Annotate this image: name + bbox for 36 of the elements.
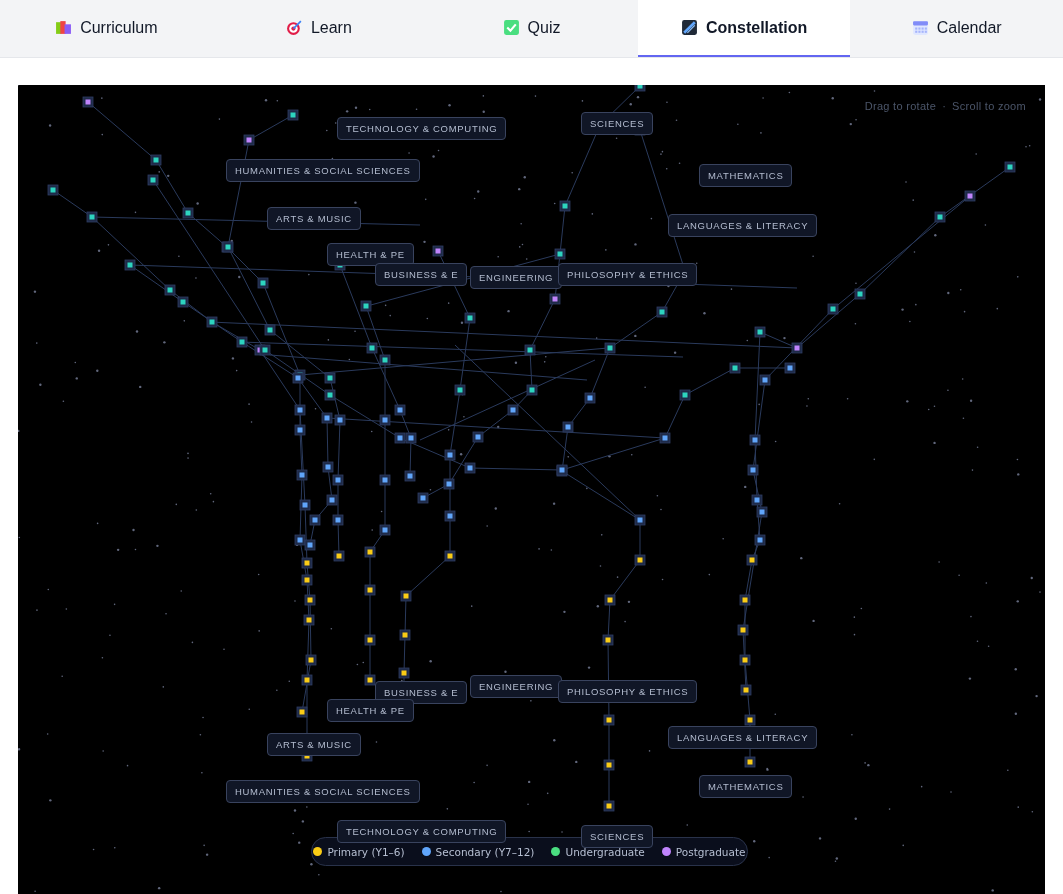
category-label: ARTS & MUSIC — [267, 733, 361, 756]
books-icon — [55, 19, 73, 36]
hint-text: Scroll to zoom — [952, 100, 1026, 112]
tab[interactable]: Calendar — [850, 0, 1063, 57]
category-label: ARTS & MUSIC — [267, 207, 361, 230]
category-label: PHILOSOPHY & ETHICS — [558, 263, 698, 286]
calendar-icon — [911, 19, 929, 36]
tab[interactable]: Constellation — [637, 0, 851, 57]
category-label: HEALTH & PE — [327, 243, 414, 266]
category-label: TECHNOLOGY & COMPUTING — [337, 820, 507, 843]
category-label: LANGUAGES & LITERACY — [668, 726, 818, 749]
category-label: MATHEMATICS — [699, 164, 793, 187]
checkbox-icon — [502, 19, 520, 36]
tab[interactable]: Learn — [212, 0, 426, 57]
tab[interactable]: Curriculum — [0, 0, 213, 57]
category-label: LANGUAGES & LITERACY — [668, 214, 818, 237]
category-label: BUSINESS & E — [375, 263, 468, 286]
category-label: PHILOSOPHY & ETHICS — [558, 680, 698, 703]
category-label: HUMANITIES & SOCIAL SCIENCES — [226, 159, 420, 182]
legend-label: Undergraduate — [565, 845, 645, 858]
legend-label: Secondary (Y7–12) — [435, 845, 535, 858]
category-label: TECHNOLOGY & COMPUTING — [337, 117, 507, 140]
slash-icon — [680, 19, 698, 36]
separator-text: · — [942, 100, 947, 112]
category-label: ENGINEERING — [470, 675, 563, 698]
category-label: SCIENCES — [581, 112, 654, 135]
legend-label: Primary (Y1–6) — [327, 845, 405, 858]
category-label: HEALTH & PE — [327, 699, 414, 722]
legend-label: Postgraduate — [675, 845, 746, 858]
hint-text: Drag to rotate — [864, 100, 937, 112]
tab[interactable]: Quiz — [425, 0, 638, 57]
category-label: ENGINEERING — [470, 266, 563, 289]
category-label: SCIENCES — [581, 825, 654, 848]
target-icon — [285, 19, 303, 36]
category-label: MATHEMATICS — [699, 775, 793, 798]
category-label: HUMANITIES & SOCIAL SCIENCES — [226, 780, 420, 803]
